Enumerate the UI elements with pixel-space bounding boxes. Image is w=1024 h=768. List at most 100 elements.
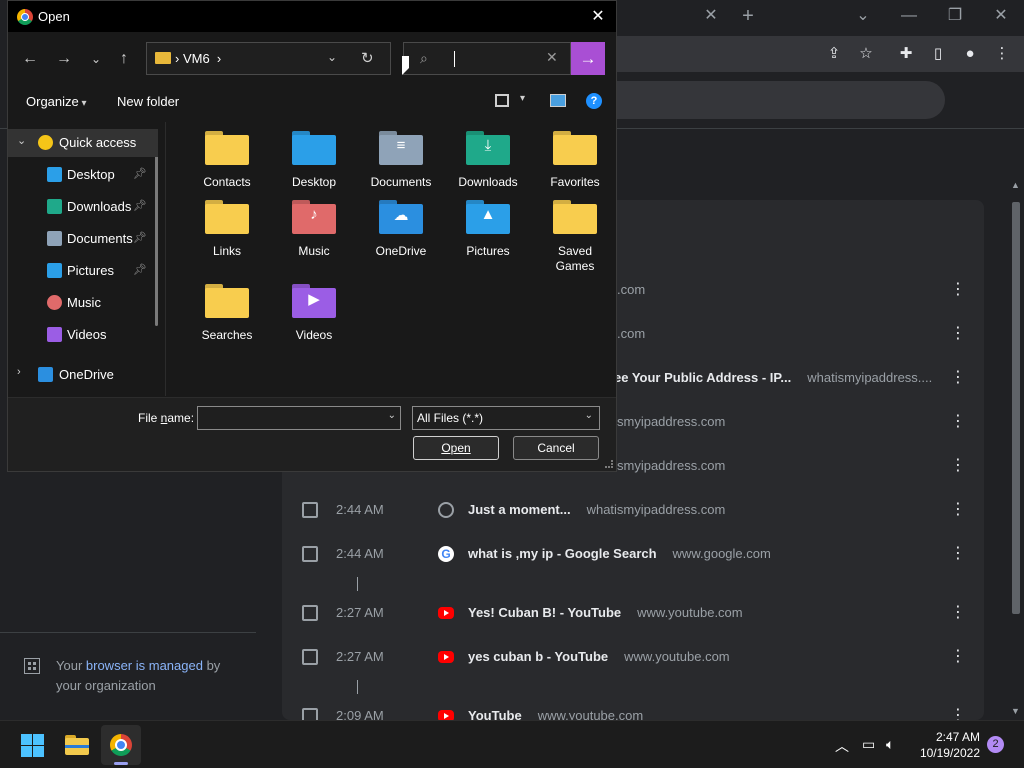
- youtube-favicon-icon: [438, 607, 454, 619]
- row-checkbox[interactable]: [302, 546, 318, 562]
- file-name-input[interactable]: ⌄: [197, 406, 401, 430]
- more-actions-icon[interactable]: ⋮: [950, 324, 966, 344]
- history-row[interactable]: 2:27 AM yes cuban b - YouTube www.youtube.…: [282, 635, 984, 679]
- chevron-right-icon[interactable]: ›: [17, 366, 21, 378]
- nav-item-onedrive[interactable]: › OneDrive: [8, 361, 158, 389]
- nav-item-quick-access[interactable]: ⌄ Quick access: [8, 129, 158, 157]
- close-tab-icon[interactable]: ✕: [699, 4, 723, 28]
- cancel-button[interactable]: Cancel: [513, 436, 599, 460]
- more-actions-icon[interactable]: ⋮: [950, 368, 966, 388]
- refresh-icon[interactable]: ↻: [361, 49, 374, 67]
- more-actions-icon[interactable]: ⋮: [950, 456, 966, 476]
- documents-icon: [47, 231, 62, 246]
- folder-icon: ≡: [379, 131, 423, 165]
- nav-item-videos[interactable]: Videos: [8, 321, 158, 349]
- breadcrumb-vm6[interactable]: VM6: [183, 51, 210, 66]
- forward-arrow-icon[interactable]: →: [52, 47, 76, 71]
- new-folder-button[interactable]: New folder: [117, 94, 179, 109]
- nav-item-label: Videos: [67, 327, 107, 342]
- dialog-titlebar: Open ✕: [8, 1, 616, 32]
- menu-kebab-icon[interactable]: ⋮: [990, 42, 1014, 66]
- history-row[interactable]: 2:44 AM Just a moment... whatismyipaddress…: [282, 488, 984, 532]
- network-icon[interactable]: ▭: [862, 736, 875, 753]
- address-bar[interactable]: › VM6 › ⌄ ↻: [146, 42, 391, 75]
- search-go-button[interactable]: →: [571, 42, 605, 75]
- back-arrow-icon[interactable]: ←: [18, 47, 42, 71]
- change-view-icon[interactable]: [495, 94, 509, 107]
- search-input[interactable]: ⌕ ✕: [403, 42, 571, 75]
- history-entry-link[interactable]: ee Your Public Address - IP... whatismyip…: [614, 370, 932, 385]
- history-entry-link[interactable]: Yes! Cuban B! - YouTube www.youtube.com: [468, 605, 743, 620]
- nav-item-desktop[interactable]: Desktop 📌︎: [8, 161, 158, 189]
- more-actions-icon[interactable]: ⋮: [950, 544, 966, 564]
- notification-badge[interactable]: 2: [987, 736, 1004, 753]
- show-hidden-icons-chevron-icon[interactable]: ︿: [835, 736, 849, 756]
- folder-icon: [553, 200, 597, 234]
- more-actions-icon[interactable]: ⋮: [950, 412, 966, 432]
- scroll-down-icon[interactable]: ▼: [1011, 706, 1020, 716]
- history-entry-link[interactable]: yes cuban b - YouTube www.youtube.com: [468, 649, 730, 664]
- up-arrow-icon[interactable]: ↑: [112, 47, 136, 71]
- more-actions-icon[interactable]: ⋮: [950, 500, 966, 520]
- page-scrollbar[interactable]: ▲ ▼: [1008, 178, 1024, 720]
- organize-button[interactable]: Organize: [26, 94, 87, 109]
- pin-icon: 📌︎: [133, 264, 147, 276]
- omnibox[interactable]: [617, 36, 856, 70]
- recent-locations-chevron-icon[interactable]: ⌄: [84, 47, 108, 71]
- nav-item-documents[interactable]: Documents 📌︎: [8, 225, 158, 253]
- view-options-chevron-icon[interactable]: ▾: [520, 93, 525, 104]
- chevron-down-icon[interactable]: ⌄: [327, 50, 337, 64]
- chevron-down-icon[interactable]: ⌄: [388, 410, 396, 421]
- history-row[interactable]: 2:44 AM Gwhat is ,my ip - Google Search ww…: [282, 532, 984, 576]
- scroll-up-icon[interactable]: ▲: [1011, 180, 1020, 190]
- nav-item-label: Desktop: [67, 167, 115, 182]
- chrome-taskbar-button[interactable]: [101, 725, 141, 765]
- history-row[interactable]: 2:27 AM Yes! Cuban B! - YouTube www.youtub…: [282, 591, 984, 635]
- history-search-bar[interactable]: [617, 81, 945, 119]
- help-icon[interactable]: ?: [586, 93, 602, 109]
- tab-search-icon[interactable]: ⌄: [851, 4, 875, 28]
- chevron-down-icon[interactable]: ⌄: [17, 134, 26, 147]
- more-actions-icon[interactable]: ⋮: [950, 647, 966, 667]
- new-tab-button[interactable]: +: [736, 4, 760, 28]
- profile-icon[interactable]: ●: [958, 42, 982, 66]
- more-actions-icon[interactable]: ⋮: [950, 280, 966, 300]
- breadcrumb[interactable]: › VM6 ›: [175, 51, 221, 66]
- chevron-down-icon[interactable]: ⌄: [585, 410, 593, 421]
- history-entry-link[interactable]: Just a moment... whatismyipaddress.com: [468, 502, 725, 517]
- resize-grip-icon[interactable]: [605, 460, 613, 468]
- bookmark-star-icon[interactable]: ☆: [854, 42, 878, 66]
- close-icon[interactable]: ✕: [586, 5, 610, 29]
- nav-item-music[interactable]: Music: [8, 289, 158, 317]
- clock[interactable]: 2:47 AM 10/19/2022: [916, 729, 980, 761]
- entry-domain: .com: [617, 326, 646, 341]
- file-explorer-button[interactable]: [57, 725, 97, 765]
- more-actions-icon[interactable]: ⋮: [950, 603, 966, 623]
- folder-icon: ♪: [292, 200, 336, 234]
- navigation-pane: ⌄ Quick access Desktop 📌︎ Downloads 📌︎ Documen…: [8, 122, 166, 396]
- preview-pane-icon[interactable]: [550, 94, 566, 107]
- time-gap-line: [357, 680, 358, 694]
- nav-item-label: Music: [67, 295, 101, 310]
- row-checkbox[interactable]: [302, 649, 318, 665]
- managed-link[interactable]: browser is managed: [86, 658, 203, 673]
- open-button[interactable]: Open: [413, 436, 499, 460]
- share-icon[interactable]: ⇪: [822, 42, 846, 66]
- start-button[interactable]: [12, 725, 52, 765]
- history-entry-link[interactable]: what is ,my ip - Google Search www.google…: [468, 546, 771, 561]
- folder-label: Videos: [295, 328, 333, 342]
- file-type-select[interactable]: All Files (*.*) ⌄: [412, 406, 600, 430]
- row-checkbox[interactable]: [302, 502, 318, 518]
- folder-label: Desktop: [291, 175, 337, 189]
- volume-icon[interactable]: 🔈︎: [886, 736, 894, 753]
- row-checkbox[interactable]: [302, 605, 318, 621]
- side-panel-icon[interactable]: ▯: [926, 42, 950, 66]
- nav-item-pictures[interactable]: Pictures 📌︎: [8, 257, 158, 285]
- clear-icon[interactable]: ✕: [546, 49, 558, 66]
- restore-button[interactable]: ❐: [943, 4, 967, 28]
- nav-item-downloads[interactable]: Downloads 📌︎: [8, 193, 158, 221]
- minimize-button[interactable]: —: [897, 4, 921, 28]
- extensions-icon[interactable]: ✚: [894, 42, 918, 66]
- scroll-thumb[interactable]: [1012, 202, 1020, 614]
- window-close-button[interactable]: ✕: [989, 4, 1013, 28]
